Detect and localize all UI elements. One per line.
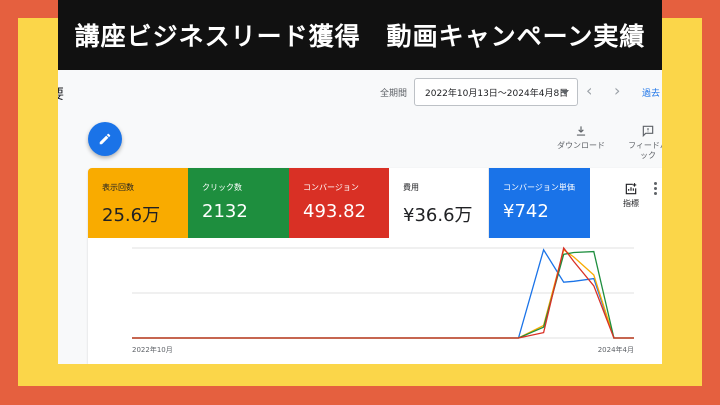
feedback-label: フィードバ ック <box>628 141 662 160</box>
performance-card: 表示回数 25.6万 クリック数 2132 コンバージョン 493.82 費用 … <box>88 168 662 364</box>
edit-button[interactable] <box>88 122 122 156</box>
metric-clicks[interactable]: クリック数 2132 <box>188 168 289 238</box>
metric-label: コンバージョン単価 <box>503 183 575 192</box>
date-range-select[interactable]: 2022年10月13日～2024年4月8日 <box>414 78 578 106</box>
chart-add-icon <box>625 183 637 195</box>
metrics-button[interactable]: 指標 <box>616 182 646 209</box>
series-line-2 <box>132 250 634 339</box>
performance-chart: 2022年10月 2024年4月 <box>132 246 634 354</box>
download-label: ダウンロード <box>557 141 605 150</box>
metric-cost-per-conversion[interactable]: コンバージョン単価 ¥742 <box>489 168 590 238</box>
pencil-icon <box>99 133 111 145</box>
chevron-left-icon[interactable]: ‹ <box>586 83 600 100</box>
download-icon <box>576 126 586 136</box>
metric-value: 2132 <box>202 201 248 222</box>
x-tick-label: 2022年10月 <box>132 345 173 354</box>
metric-conversions[interactable]: コンバージョン 493.82 <box>289 168 389 238</box>
past-link[interactable]: 過去 <box>642 86 660 99</box>
metrics-label: 指標 <box>623 199 639 208</box>
metric-value: 493.82 <box>303 201 366 222</box>
page-title: 要 <box>58 84 64 104</box>
metric-label: 費用 <box>403 183 419 192</box>
chevron-right-icon[interactable]: › <box>614 83 628 100</box>
metric-label: 表示回数 <box>102 183 134 192</box>
caret-down-icon <box>561 90 569 95</box>
metric-label: クリック数 <box>202 183 242 192</box>
date-range-label: 全期間 <box>380 89 408 99</box>
metric-impressions[interactable]: 表示回数 25.6万 <box>88 168 188 238</box>
more-vert-icon[interactable] <box>654 182 660 197</box>
metric-value: ¥36.6万 <box>403 205 473 226</box>
series-line-0 <box>132 248 634 339</box>
banner-title: 講座ビジネスリード獲得 動画キャンペーン実績 <box>58 0 662 70</box>
feedback-button[interactable]: フィードバ ック <box>618 124 662 161</box>
bottom-border <box>0 386 720 405</box>
metric-value: ¥742 <box>503 201 549 222</box>
series-line-1 <box>132 248 634 339</box>
metric-value: 25.6万 <box>102 205 161 226</box>
download-button[interactable]: ダウンロード <box>554 124 608 151</box>
feedback-icon <box>642 125 654 138</box>
metric-cost[interactable]: 費用 ¥36.6万 <box>389 168 489 238</box>
date-range-value: 2022年10月13日～2024年4月8日 <box>425 88 569 99</box>
ads-dashboard-screenshot: 要 全期間 2022年10月13日～2024年4月8日 ‹ › 過去 ダウンロー… <box>58 70 662 364</box>
metric-label: コンバージョン <box>303 183 359 192</box>
x-tick-label: 2024年4月 <box>598 345 634 354</box>
